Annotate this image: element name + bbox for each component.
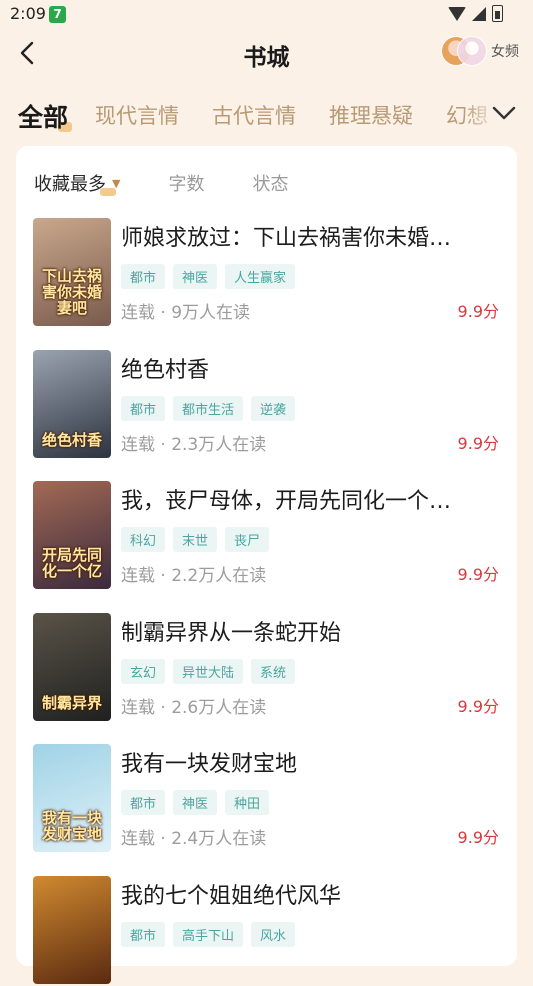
book-title[interactable]: 我，丧尸母体，开局先同化一个… [121,483,501,515]
book-score: 9.9分 [457,696,499,716]
book-meta: 连载 · 2.3万人在读 [121,434,267,455]
book-tag[interactable]: 都市 [121,395,166,421]
book-tags: 都市 神医 人生赢家 [121,264,296,289]
book-meta: 连载 · 2.2万人在读 [121,566,267,586]
channel-switch-button[interactable]: 女频 [441,36,519,66]
channel-label: 女频 [491,44,519,60]
tab-mystery[interactable]: 推理悬疑 [329,100,413,130]
book-cover[interactable]: 开局先同化一个亿 [33,481,111,589]
book-tag[interactable]: 高手下山 [173,921,244,947]
book-tag[interactable]: 都市生活 [173,395,244,421]
book-tag[interactable]: 丧尸 [225,527,270,552]
category-tabs: 全部 现代言情 古代言情 推理悬疑 幻想 [0,96,533,140]
book-tag[interactable]: 神医 [173,790,218,815]
signal-icon [472,6,486,21]
status-bar: 2:09 7 [0,0,533,28]
book-item[interactable]: 制霸异界 制霸异界从一条蛇开始玄幻 异世大陆 系统连载 · 2.6万人在读 9.9分 [33,612,503,723]
sort-word-count[interactable]: 字数 [168,170,204,196]
book-tag[interactable]: 玄幻 [121,658,166,684]
header: 书城 女频 [0,30,533,76]
book-cover[interactable]: 下山去祸害你未婚妻吧 [33,218,111,326]
book-tag[interactable]: 逆袭 [251,395,296,421]
book-score: 9.9分 [457,433,499,453]
tab-all[interactable]: 全部 [18,98,73,134]
book-title[interactable]: 师娘求放过：下山去祸害你未婚… [121,220,501,252]
book-tags: 都市 都市生活 逆袭 [121,395,296,421]
book-score: 9.9分 [457,828,499,847]
book-meta: 连载 · 2.4万人在读 [121,829,267,849]
sort-most-collected[interactable]: 收藏最多 ▼ [34,170,120,196]
book-item[interactable]: 我的七个姐姐绝代风华都市 高手下山 风水 [33,875,503,986]
sort-label: 收藏最多 [34,174,106,195]
book-cover[interactable]: 制霸异界 [33,612,111,721]
battery-icon [492,5,503,22]
app-notification-icon: 7 [49,6,66,23]
wifi-icon [448,6,466,21]
book-title[interactable]: 制霸异界从一条蛇开始 [121,615,501,647]
book-item[interactable]: 绝色村香 绝色村香 都市 都市生活 逆袭 连载 · 2.3万人在读 9.9分 [33,349,503,460]
book-tags: 都市 高手下山 风水 [121,921,296,947]
cover-title-art: 制霸异界 [41,693,102,712]
avatar [457,36,487,66]
caret-down-icon: ▼ [112,176,121,190]
tab-modern-romance[interactable]: 现代言情 [95,100,179,130]
book-tags: 科幻 末世 丧尸 [121,527,270,552]
book-tag[interactable]: 都市 [121,264,166,289]
book-item[interactable]: 下山去祸害你未婚妻吧 师娘求放过：下山去祸害你未婚… 都市 神医 人生赢家连载 · 9万… [33,218,503,328]
book-title[interactable]: 我的七个姐姐绝代风华 [121,878,501,910]
book-tag[interactable]: 异世大陆 [173,658,244,684]
channel-avatars [441,36,487,66]
book-title[interactable]: 我有一块发财宝地 [121,746,501,778]
book-item[interactable]: 我有一块发财宝地 我有一块发财宝地 都市 神医 种田 连载 · 2.4万人在读 9.9分 [33,744,503,854]
book-tag[interactable]: 科幻 [121,527,166,552]
cover-title-art: 下山去祸害你未婚妻吧 [41,267,102,317]
book-cover[interactable]: 绝色村香 [33,349,111,458]
book-cover[interactable] [33,875,111,984]
book-tag[interactable]: 种田 [225,790,270,815]
cover-title-art: 开局先同化一个亿 [41,546,102,580]
cover-title-art: 我有一块发财宝地 [41,809,102,843]
sort-bar: 收藏最多 ▼ 字数 状态 [34,168,336,198]
book-tag[interactable]: 末世 [173,527,218,552]
status-time: 2:09 [10,4,46,23]
book-tags: 玄幻 异世大陆 系统 [121,658,296,684]
book-tag[interactable]: 都市 [121,921,166,947]
system-icons [448,5,503,22]
chevron-down-icon [492,106,516,120]
cover-title-art: 绝色村香 [41,430,102,449]
book-cover[interactable]: 我有一块发财宝地 [33,744,111,852]
book-title[interactable]: 绝色村香 [121,352,501,384]
book-tag[interactable]: 人生赢家 [225,264,296,289]
tab-ancient-romance[interactable]: 古代言情 [212,100,296,130]
book-tag[interactable]: 风水 [251,921,296,947]
expand-tabs-button[interactable] [489,100,519,126]
book-score: 9.9分 [457,302,499,321]
book-tag[interactable]: 都市 [121,790,166,815]
book-list-card: 收藏最多 ▼ 字数 状态 下山去祸害你未婚妻吧 师娘求放过：下山去祸害你未婚… 都市… [16,146,517,984]
book-tag[interactable]: 神医 [173,264,218,289]
book-item[interactable]: 开局先同化一个亿 我，丧尸母体，开局先同化一个… 科幻 末世 丧尸连载 · 2.2万人在… [33,481,503,591]
book-tags: 都市 神医 种田 [121,790,270,815]
book-score: 9.9分 [457,565,499,584]
book-meta: 连载 · 9万人在读 [121,303,251,323]
sort-status[interactable]: 状态 [252,170,288,196]
book-meta: 连载 · 2.6万人在读 [121,697,267,718]
book-tag[interactable]: 系统 [251,658,296,684]
